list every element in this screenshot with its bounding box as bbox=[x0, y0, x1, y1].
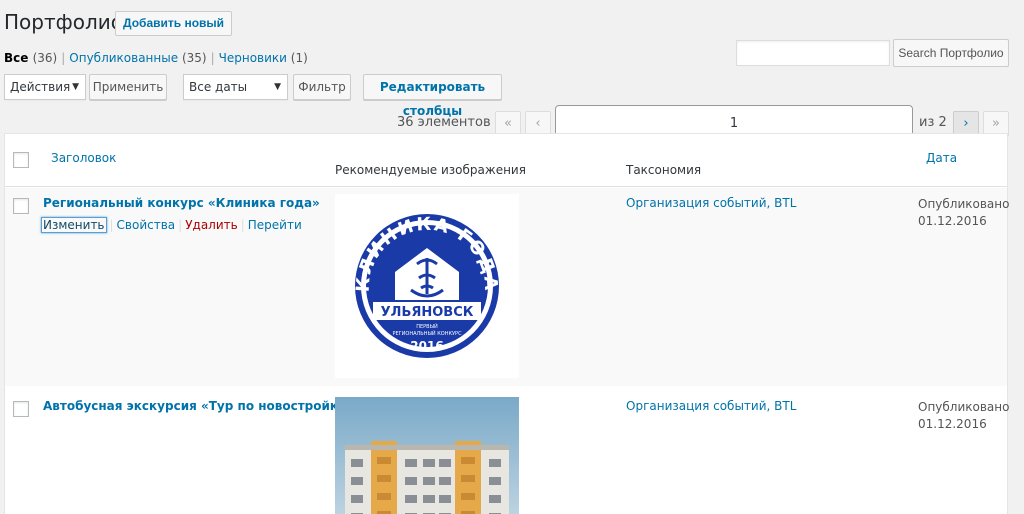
view-link[interactable]: Перейти bbox=[248, 218, 302, 232]
dropdown-arrow-icon: ▼ bbox=[274, 82, 281, 92]
row-actions: Изменить | Свойства | Удалить | Перейти bbox=[41, 217, 302, 233]
page-title: Портфолио bbox=[4, 10, 123, 34]
featured-image[interactable]: КЛИНИКА ГОДА УЛЬЯНОВСК ПЕРВЫЙ РЕГИОНАЛЬН… bbox=[335, 194, 519, 378]
row-title-link[interactable]: Автобусная экскурсия «Тур по новостройка… bbox=[43, 399, 364, 413]
edit-link[interactable]: Изменить bbox=[41, 217, 107, 233]
clinic-logo-icon: КЛИНИКА ГОДА УЛЬЯНОВСК ПЕРВЫЙ РЕГИОНАЛЬН… bbox=[353, 214, 499, 358]
status-views: Все (36) | Опубликованные (35) | Черновики (… bbox=[4, 51, 308, 65]
row-date: Опубликовано 01.12.2016 bbox=[918, 400, 1010, 431]
view-published-link[interactable]: Опубликованные (35) bbox=[69, 51, 206, 65]
bulk-action-select[interactable]: Действия ▼ bbox=[4, 74, 86, 100]
view-drafts-link[interactable]: Черновики (1) bbox=[219, 51, 308, 65]
column-date-header[interactable]: Дата bbox=[926, 151, 957, 165]
dropdown-arrow-icon: ▼ bbox=[72, 82, 79, 92]
delete-link[interactable]: Удалить bbox=[185, 218, 238, 232]
table-row: Автобусная экскурсия «Тур по новостройка… bbox=[5, 386, 1010, 514]
table-header: Заголовок Рекомендуемые изображения Такс… bbox=[5, 134, 1007, 187]
row-title-link[interactable]: Региональный конкурс «Клиника года» bbox=[43, 196, 320, 210]
select-all-checkbox[interactable] bbox=[13, 152, 29, 168]
date-filter-select[interactable]: Все даты ▼ bbox=[183, 74, 288, 100]
table-row: Региональный конкурс «Клиника года» Изме… bbox=[5, 188, 1010, 386]
taxonomy-link[interactable]: Организация событий, BTL bbox=[626, 196, 796, 210]
filter-button[interactable]: Фильтр bbox=[293, 74, 351, 100]
search-input[interactable] bbox=[736, 40, 890, 66]
total-pages: из 2 bbox=[919, 115, 947, 130]
quick-edit-link[interactable]: Свойства bbox=[117, 218, 176, 232]
view-all-link[interactable]: Все (36) bbox=[4, 51, 57, 65]
column-featured-header: Рекомендуемые изображения bbox=[335, 163, 526, 177]
svg-text:УЛЬЯНОВСК: УЛЬЯНОВСК bbox=[381, 305, 474, 320]
featured-image[interactable] bbox=[335, 397, 519, 514]
building-photo-icon bbox=[335, 397, 519, 514]
row-checkbox[interactable] bbox=[13, 198, 29, 214]
apply-button[interactable]: Применить bbox=[89, 74, 167, 100]
search-button[interactable]: Search Портфолио bbox=[893, 39, 1009, 67]
svg-text:2016: 2016 bbox=[410, 339, 443, 353]
row-checkbox[interactable] bbox=[13, 401, 29, 417]
portfolio-table: Заголовок Рекомендуемые изображения Такс… bbox=[4, 133, 1010, 514]
svg-text:ПЕРВЫЙ: ПЕРВЫЙ bbox=[416, 323, 438, 330]
add-new-button[interactable]: Добавить новый bbox=[115, 11, 233, 36]
row-date: Опубликовано 01.12.2016 bbox=[918, 197, 1010, 228]
svg-text:РЕГИОНАЛЬНЫЙ КОНКУРС: РЕГИОНАЛЬНЫЙ КОНКУРС bbox=[392, 330, 462, 337]
taxonomy-link[interactable]: Организация событий, BTL bbox=[626, 399, 796, 413]
items-count: 36 элементов bbox=[397, 115, 491, 130]
edit-columns-button[interactable]: Редактировать столбцы bbox=[363, 74, 502, 118]
column-title-header[interactable]: Заголовок bbox=[51, 151, 116, 165]
column-taxonomy-header: Таксономия bbox=[626, 163, 702, 177]
